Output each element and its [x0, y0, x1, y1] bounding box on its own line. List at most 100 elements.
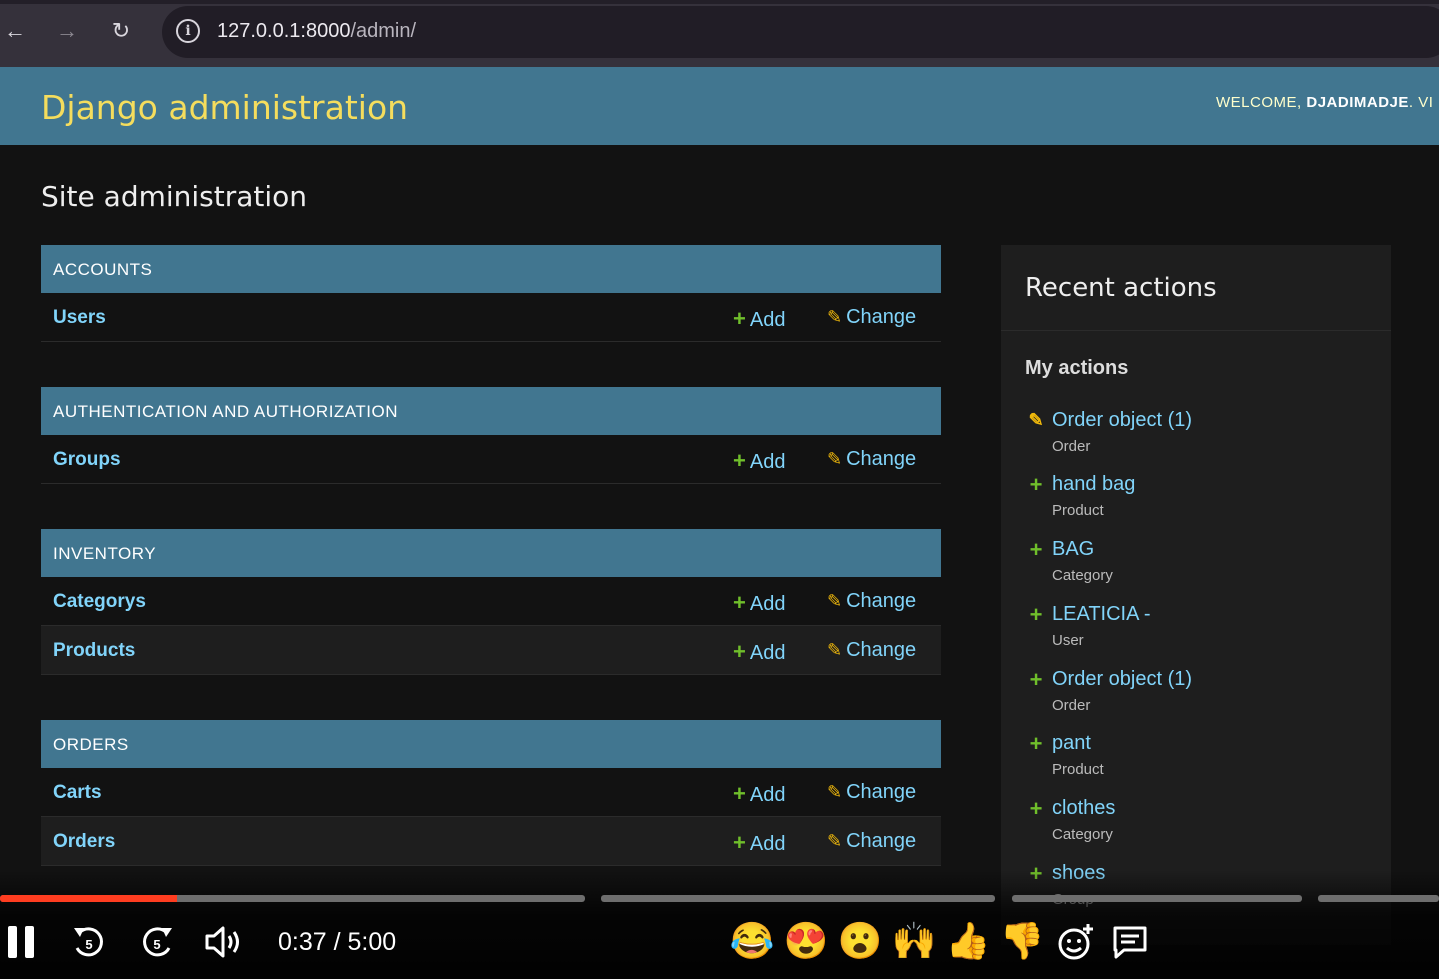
model-link-products[interactable]: Products	[53, 640, 135, 662]
action-item: + LEATICIA - User	[1025, 602, 1385, 662]
plus-icon: +	[733, 448, 746, 473]
action-link[interactable]: pant	[1052, 732, 1091, 755]
volume-icon[interactable]	[204, 924, 244, 960]
user-tools-tail[interactable]: . VI	[1409, 94, 1434, 111]
pause-icon[interactable]	[8, 926, 36, 958]
change-categorys-link[interactable]: ✎ Change	[827, 590, 916, 613]
progress-segment[interactable]	[1318, 895, 1439, 902]
address-bar[interactable]: i 127.0.0.1:8000/admin/	[162, 6, 1439, 58]
add-categorys-link[interactable]: + Add	[733, 590, 785, 616]
add-label: Add	[749, 593, 786, 615]
action-type: Order	[1052, 438, 1091, 455]
pencil-icon: ✎	[827, 782, 843, 802]
model-row-products: Products + Add ✎ Change	[41, 626, 941, 675]
progress-segment[interactable]	[1012, 895, 1302, 902]
action-type: Product	[1052, 761, 1104, 778]
model-row-categorys: Categorys + Add ✎ Change	[41, 577, 941, 626]
change-groups-link[interactable]: ✎ Change	[827, 448, 916, 471]
model-link-users[interactable]: Users	[53, 307, 106, 329]
recent-actions-title: Recent actions	[1025, 273, 1217, 303]
thumbs-down-reaction[interactable]: 👎	[999, 920, 1045, 962]
site-info-icon[interactable]: i	[176, 19, 200, 43]
action-link[interactable]: Order object (1)	[1052, 409, 1192, 432]
divider	[1001, 330, 1391, 331]
add-groups-link[interactable]: + Add	[733, 448, 785, 474]
svg-text:5: 5	[153, 937, 160, 952]
plus-icon: +	[1029, 472, 1043, 497]
comments-icon[interactable]	[1110, 924, 1150, 962]
user-tools: WELCOME, DJADIMADJE. VI	[1216, 94, 1433, 111]
module-caption-inventory[interactable]: INVENTORY	[41, 529, 941, 577]
add-label: Add	[749, 642, 786, 664]
action-link[interactable]: hand bag	[1052, 473, 1135, 496]
module-orders: ORDERS Carts + Add ✎ Change Orders + Add ✎ C…	[41, 720, 941, 866]
forward-5-icon[interactable]: 5	[138, 922, 176, 962]
action-link[interactable]: Order object (1)	[1052, 668, 1192, 691]
action-type: Product	[1052, 502, 1104, 519]
thumbs-up-reaction[interactable]: 👍	[945, 920, 991, 962]
url-path: /admin/	[350, 20, 417, 42]
model-row-carts: Carts + Add ✎ Change	[41, 768, 941, 817]
plus-icon: +	[1029, 796, 1043, 821]
action-type: Category	[1052, 567, 1113, 584]
progress-segment[interactable]	[601, 895, 995, 902]
love-reaction[interactable]: 😍	[783, 920, 829, 962]
module-auth: AUTHENTICATION AND AUTHORIZATION Groups …	[41, 387, 941, 484]
change-carts-link[interactable]: ✎ Change	[827, 781, 916, 804]
action-item: + Order object (1) Order	[1025, 667, 1385, 727]
action-link[interactable]: BAG	[1052, 538, 1094, 561]
module-caption-auth[interactable]: AUTHENTICATION AND AUTHORIZATION	[41, 387, 941, 435]
plus-icon: +	[733, 830, 746, 855]
model-link-carts[interactable]: Carts	[53, 782, 102, 804]
action-link[interactable]: LEATICIA -	[1052, 603, 1151, 626]
add-reaction-icon[interactable]	[1056, 922, 1096, 962]
model-link-categorys[interactable]: Categorys	[53, 591, 146, 613]
change-users-link[interactable]: ✎ Change	[827, 306, 916, 329]
change-orders-link[interactable]: ✎ Change	[827, 830, 916, 853]
model-row-orders: Orders + Add ✎ Change	[41, 817, 941, 866]
time-display: 0:37 / 5:00	[278, 928, 397, 956]
module-caption-accounts[interactable]: ACCOUNTS	[41, 245, 941, 293]
username: DJADIMADJE	[1306, 94, 1409, 111]
change-label: Change	[846, 830, 917, 852]
celebrate-reaction[interactable]: 🙌	[891, 920, 937, 962]
plus-icon: +	[1029, 537, 1043, 562]
site-branding[interactable]: Django administration	[41, 88, 408, 127]
site-header: Django administration WELCOME, DJADIMADJ…	[0, 67, 1439, 145]
action-type: User	[1052, 632, 1084, 649]
forward-icon[interactable]: →	[54, 18, 80, 44]
action-type: Order	[1052, 697, 1091, 714]
add-label: Add	[749, 451, 786, 473]
back-icon[interactable]: ←	[2, 18, 28, 44]
add-users-link[interactable]: + Add	[733, 306, 785, 332]
plus-icon: +	[1029, 602, 1043, 627]
action-item: + pant Product	[1025, 731, 1385, 791]
action-item: ✎ Order object (1) Order	[1025, 408, 1385, 468]
module-caption-orders[interactable]: ORDERS	[41, 720, 941, 768]
model-link-groups[interactable]: Groups	[53, 449, 121, 471]
laugh-reaction[interactable]: 😂	[729, 920, 775, 962]
add-carts-link[interactable]: + Add	[733, 781, 785, 807]
change-label: Change	[846, 448, 917, 470]
plus-icon: +	[733, 590, 746, 615]
page-title: Site administration	[41, 180, 308, 213]
model-link-orders[interactable]: Orders	[53, 831, 115, 853]
pencil-icon: ✎	[827, 449, 843, 469]
plus-icon: +	[733, 639, 746, 664]
change-products-link[interactable]: ✎ Change	[827, 639, 916, 662]
add-label: Add	[749, 784, 786, 806]
url-text[interactable]: 127.0.0.1:8000/admin/	[217, 20, 416, 43]
add-products-link[interactable]: + Add	[733, 639, 785, 665]
pencil-icon: ✎	[827, 831, 843, 851]
rewind-5-icon[interactable]: 5	[70, 922, 108, 962]
reload-icon[interactable]: ↻	[108, 18, 134, 44]
action-link[interactable]: clothes	[1052, 797, 1115, 820]
wow-reaction[interactable]: 😮	[837, 920, 883, 962]
progress-played[interactable]	[0, 895, 177, 902]
plus-icon: +	[733, 306, 746, 331]
pencil-icon: ✎	[1028, 410, 1044, 430]
add-orders-link[interactable]: + Add	[733, 830, 785, 856]
tab-strip-edge	[0, 0, 1439, 4]
pencil-icon: ✎	[827, 591, 843, 611]
module-accounts: ACCOUNTS Users + Add ✎ Change	[41, 245, 941, 342]
